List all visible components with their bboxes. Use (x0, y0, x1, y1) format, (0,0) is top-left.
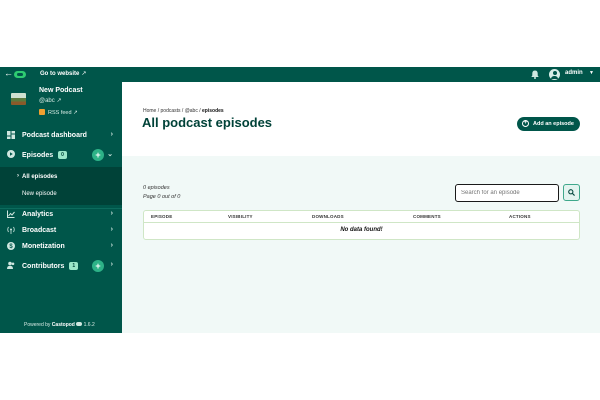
sidebar-item-label: Podcast dashboard (22, 132, 87, 139)
plus-circle-icon: + (522, 120, 529, 127)
bell-icon[interactable] (531, 70, 539, 79)
episodes-subnav: › All episodes New episode (0, 167, 122, 205)
column-header-downloads[interactable]: DOWNLOADS (312, 214, 344, 219)
rss-feed-link[interactable]: RSS feed ↗ (39, 109, 78, 116)
users-icon (7, 261, 15, 269)
chevron-right-icon: › (110, 242, 113, 249)
sidebar-item-new-episode[interactable]: New episode (0, 187, 122, 203)
search-icon (568, 189, 575, 196)
caret-down-icon[interactable]: ▼ (589, 70, 594, 76)
sidebar-item-episodes[interactable]: Episodes 0 + ⌄ (0, 146, 122, 164)
add-contributor-plus-button[interactable]: + (92, 260, 104, 272)
chevron-right-icon: › (110, 261, 113, 268)
podcast-cover-image[interactable] (11, 93, 26, 105)
sidebar-item-monetization[interactable]: $ Monetization › (0, 238, 122, 256)
castopod-link[interactable]: Castopod (52, 322, 75, 328)
user-avatar-icon[interactable] (549, 69, 560, 80)
powered-by-footer: Powered by Castopod 1.6.2 (24, 322, 95, 328)
chevron-right-icon: › (110, 131, 113, 138)
sidebar-item-label: Broadcast (22, 227, 57, 234)
money-icon: $ (7, 242, 15, 250)
contributors-count-badge: 1 (69, 262, 79, 270)
add-episode-plus-button[interactable]: + (92, 149, 104, 161)
chart-line-icon (7, 210, 15, 218)
search-button[interactable] (563, 184, 580, 201)
sidebar-item-label: Analytics (22, 211, 54, 218)
podcast-title[interactable]: New Podcast (39, 87, 83, 94)
castopod-small-icon (76, 322, 83, 326)
dashboard-icon (7, 131, 15, 139)
sidebar-item-all-episodes[interactable]: › All episodes (0, 170, 122, 186)
back-arrow-icon[interactable]: ← (4, 68, 13, 78)
broadcast-icon (7, 226, 15, 234)
sidebar-item-label: Episodes 0 (22, 151, 67, 159)
episode-count: 0 episodes (143, 185, 170, 191)
table-header: EPISODE VISIBILITY DOWNLOADS COMMENTS AC… (144, 211, 579, 223)
podcast-card: New Podcast @abc ↗ RSS feed ↗ (0, 82, 122, 119)
sidebar-item-label: Contributors 1 (22, 262, 79, 270)
sidebar: New Podcast @abc ↗ RSS feed ↗ Podcast da… (0, 82, 122, 333)
breadcrumb-current: episodes (202, 108, 224, 114)
breadcrumb-podcast[interactable]: @abc (185, 108, 198, 114)
play-circle-icon (7, 150, 15, 158)
episodes-count-badge: 0 (58, 151, 67, 159)
top-bar: ← Go to website ↗ admin ▼ (0, 67, 600, 82)
page-title: All podcast episodes (142, 115, 273, 130)
breadcrumb: Home / podcasts / @abc / episodes (143, 108, 224, 114)
search-input[interactable] (455, 184, 559, 202)
external-link-icon: ↗ (81, 71, 87, 77)
admin-menu-label[interactable]: admin (565, 70, 583, 76)
column-header-comments[interactable]: COMMENTS (413, 214, 441, 219)
chevron-right-icon: › (110, 210, 113, 217)
podcast-handle[interactable]: @abc ↗ (39, 97, 61, 104)
column-header-actions: ACTIONS (509, 214, 531, 219)
column-header-visibility[interactable]: VISIBILITY (228, 214, 253, 219)
breadcrumb-home[interactable]: Home (143, 108, 156, 114)
external-link-icon: ↗ (73, 110, 78, 116)
page-info: Page 0 out of 0 (143, 194, 181, 200)
empty-state-message: No data found! (340, 227, 383, 233)
chevron-right-icon: › (17, 173, 19, 179)
castopod-logo-icon[interactable] (14, 71, 26, 78)
chevron-right-icon: › (110, 226, 113, 233)
rss-icon (39, 109, 45, 115)
external-link-icon: ↗ (56, 98, 62, 104)
column-header-episode[interactable]: EPISODE (151, 214, 172, 219)
chevron-down-icon: ⌄ (107, 151, 113, 158)
main-content: Home / podcasts / @abc / episodes All po… (122, 82, 600, 333)
add-episode-button[interactable]: + Add an episode (517, 117, 580, 131)
sidebar-item-label: Monetization (22, 243, 65, 250)
breadcrumb-podcasts[interactable]: podcasts (161, 108, 181, 114)
page-header: Home / podcasts / @abc / episodes All po… (122, 82, 600, 156)
sidebar-item-dashboard[interactable]: Podcast dashboard › (0, 127, 122, 145)
episodes-table: EPISODE VISIBILITY DOWNLOADS COMMENTS AC… (143, 210, 580, 240)
go-to-website-link[interactable]: Go to website ↗ (40, 70, 86, 77)
app-window: ← Go to website ↗ admin ▼ New Podcast @ab… (0, 67, 600, 333)
sidebar-item-contributors[interactable]: Contributors 1 + › (0, 257, 122, 275)
